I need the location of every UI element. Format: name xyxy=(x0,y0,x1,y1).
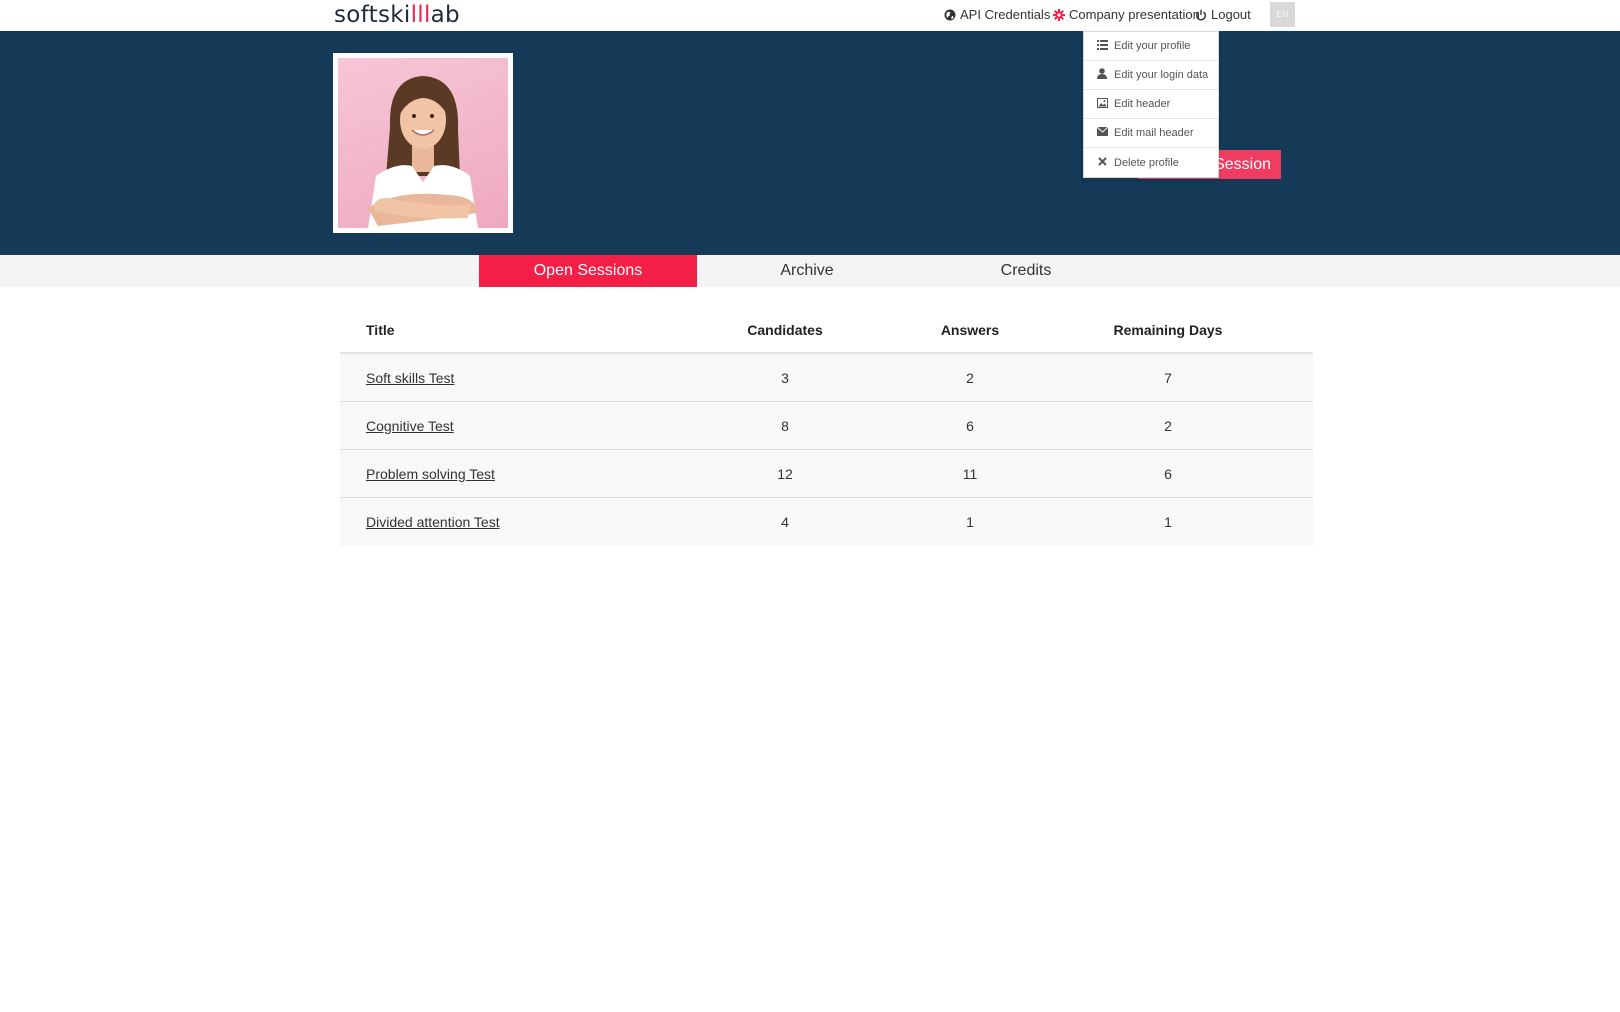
profile-photo-frame xyxy=(333,53,513,233)
company-dropdown-menu: Edit your profile Edit your login data E… xyxy=(1083,31,1219,178)
answers-count: 2 xyxy=(966,369,974,386)
logout-link[interactable]: Logout xyxy=(1195,7,1251,22)
sessions-table: Title Candidates Answers Remaining Days … xyxy=(340,308,1313,546)
delete-profile-item[interactable]: Delete profile xyxy=(1084,148,1218,177)
session-tabs: Open Sessions Archive Credits xyxy=(0,255,1620,287)
table-row: Soft skills Test 3 2 7 xyxy=(340,354,1313,402)
logo-accent: lll xyxy=(410,2,431,28)
envelope-icon xyxy=(1096,126,1108,139)
candidates-count: 12 xyxy=(777,465,793,482)
logo-suffix: ab xyxy=(430,2,460,28)
answers-count: 6 xyxy=(966,417,974,434)
session-title-link[interactable]: Cognitive Test xyxy=(366,418,454,434)
table-row: Divided attention Test 4 1 1 xyxy=(340,498,1313,546)
tab-credits[interactable]: Credits xyxy=(917,255,1135,287)
edit-mail-header-item[interactable]: Edit mail header xyxy=(1084,119,1218,148)
edit-profile-label: Edit your profile xyxy=(1114,40,1191,52)
brand-logo[interactable]: softskilllab xyxy=(334,2,460,28)
header-title: Title xyxy=(366,322,395,338)
header-remaining-days: Remaining Days xyxy=(1113,322,1223,338)
session-title-link[interactable]: Divided attention Test xyxy=(366,514,500,530)
profile-header: Session xyxy=(0,31,1620,255)
tab-archive[interactable]: Archive xyxy=(698,255,916,287)
header-answers: Answers xyxy=(940,322,1000,338)
table-header: Title Candidates Answers Remaining Days xyxy=(340,308,1313,354)
api-credentials-link[interactable]: API Credentials xyxy=(944,7,1050,22)
delete-profile-label: Delete profile xyxy=(1114,156,1179,169)
edit-login-data-label: Edit your login data xyxy=(1114,69,1209,81)
tab-open-sessions[interactable]: Open Sessions xyxy=(479,255,697,287)
candidates-count: 4 xyxy=(781,514,789,530)
edit-login-data-item[interactable]: Edit your login data xyxy=(1084,61,1218,90)
image-icon xyxy=(1096,97,1108,111)
gear-icon xyxy=(1053,8,1065,21)
user-icon xyxy=(1096,68,1108,82)
answers-count: 1 xyxy=(966,514,974,530)
top-navigation: softskilllab API Credentials Company pre… xyxy=(0,0,1620,31)
company-presentation-label: Company presentation xyxy=(1069,7,1200,22)
edit-header-label: Edit header xyxy=(1114,98,1171,110)
profile-photo xyxy=(338,58,508,228)
globe-icon xyxy=(944,9,956,21)
answers-count: 11 xyxy=(962,465,978,482)
company-presentation-link[interactable]: Company presentation xyxy=(1053,7,1200,22)
edit-profile-item[interactable]: Edit your profile xyxy=(1084,32,1218,61)
logout-label: Logout xyxy=(1211,7,1251,22)
remaining-days-value: 2 xyxy=(1164,417,1172,434)
language-selector[interactable]: EN xyxy=(1270,2,1295,27)
candidates-count: 8 xyxy=(781,417,789,434)
remaining-days-value: 7 xyxy=(1164,369,1172,386)
header-candidates: Candidates xyxy=(747,322,823,338)
list-icon xyxy=(1096,39,1108,53)
session-title-link[interactable]: Problem solving Test xyxy=(366,466,495,482)
table-row: Cognitive Test 8 6 2 xyxy=(340,402,1313,450)
edit-mail-header-label: Edit mail header xyxy=(1114,127,1194,139)
edit-header-item[interactable]: Edit header xyxy=(1084,90,1218,119)
table-row: Problem solving Test 12 11 6 xyxy=(340,450,1313,498)
close-icon xyxy=(1096,156,1108,169)
session-title-link[interactable]: Soft skills Test xyxy=(366,370,454,386)
api-credentials-label: API Credentials xyxy=(960,7,1051,22)
logo-prefix: softski xyxy=(334,2,411,28)
remaining-days-value: 6 xyxy=(1164,465,1172,482)
power-icon xyxy=(1195,9,1207,21)
candidates-count: 3 xyxy=(781,369,789,386)
remaining-days-value: 1 xyxy=(1164,514,1172,530)
